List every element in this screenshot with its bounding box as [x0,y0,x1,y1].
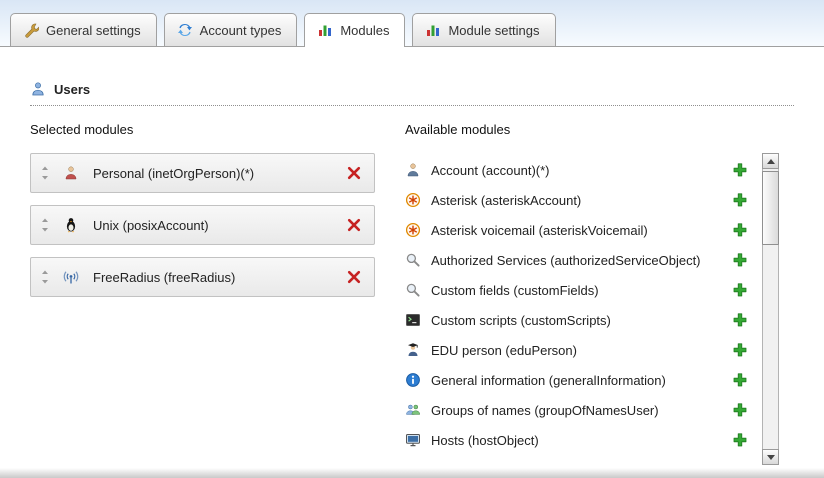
available-module-row: Asterisk voicemail (asteriskVoicemail) [405,215,762,245]
chart-icon [317,22,333,38]
info-icon [405,372,421,388]
arrow-up-icon [767,159,775,164]
add-icon[interactable] [732,432,748,448]
add-icon[interactable] [732,402,748,418]
tab-account-types[interactable]: Account types [164,13,298,46]
config-page: General settings Account types Modules M… [0,0,824,478]
available-module-label: Authorized Services (authorizedServiceOb… [431,253,732,268]
person-icon [405,162,421,178]
users-section-heading: Users [30,81,794,106]
selected-module-label: Unix (posixAccount) [93,218,346,233]
selected-modules-list: Personal (inetOrgPerson)(*) Unix (posixA… [30,153,405,297]
wrench-icon [23,22,39,38]
available-modules-scrollbar[interactable] [762,153,779,465]
available-modules-title: Available modules [405,122,794,137]
scroll-up-button[interactable] [762,153,779,169]
add-icon[interactable] [732,222,748,238]
available-module-label: General information (generalInformation) [431,373,732,388]
tab-bar: General settings Account types Modules M… [0,0,824,47]
scroll-down-button[interactable] [762,449,779,465]
tab-general-settings[interactable]: General settings [10,13,157,46]
available-module-label: Groups of names (groupOfNamesUser) [431,403,732,418]
search-icon [405,252,421,268]
available-module-label: EDU person (eduPerson) [431,343,732,358]
available-module-row: Authorized Services (authorizedServiceOb… [405,245,762,275]
add-icon[interactable] [732,372,748,388]
group-icon [405,402,421,418]
available-module-label: Asterisk (asteriskAccount) [431,193,732,208]
add-icon[interactable] [732,192,748,208]
selected-module-row[interactable]: FreeRadius (freeRadius) [30,257,375,297]
add-icon[interactable] [732,282,748,298]
available-module-row: Custom fields (customFields) [405,275,762,305]
selected-module-row[interactable]: Unix (posixAccount) [30,205,375,245]
delete-icon[interactable] [346,269,362,285]
penguin-icon [63,217,79,233]
available-module-label: Custom fields (customFields) [431,283,732,298]
available-module-row: Groups of names (groupOfNamesUser) [405,395,762,425]
terminal-icon [405,312,421,328]
delete-icon[interactable] [346,217,362,233]
selected-module-label: Personal (inetOrgPerson)(*) [93,166,346,181]
available-module-row: Account (account)(*) [405,155,762,185]
page-bottom-shadow [0,468,824,478]
asterisk-icon [405,192,421,208]
arrow-down-icon [767,455,775,460]
tab-module-settings[interactable]: Module settings [412,13,555,46]
available-module-row: General information (generalInformation) [405,365,762,395]
add-icon[interactable] [732,342,748,358]
selected-modules-title: Selected modules [30,122,405,137]
sync-icon [177,22,193,38]
tab-label: Modules [340,23,389,38]
available-module-row: Custom scripts (customScripts) [405,305,762,335]
graduate-icon [405,342,421,358]
tab-label: Account types [200,23,282,38]
sort-handle-icon[interactable] [39,218,51,232]
user-blue-icon [30,81,46,97]
antenna-icon [63,269,79,285]
sort-handle-icon[interactable] [39,270,51,284]
selected-modules-column: Selected modules Personal (inetOrgPerson… [30,122,405,465]
available-modules-wrap: Account (account)(*) Asterisk (asteriskA… [405,153,794,465]
sort-handle-icon[interactable] [39,166,51,180]
selected-module-row[interactable]: Personal (inetOrgPerson)(*) [30,153,375,193]
add-icon[interactable] [732,162,748,178]
add-icon[interactable] [732,252,748,268]
scroll-thumb[interactable] [762,171,779,245]
tab-modules[interactable]: Modules [304,13,405,46]
available-module-row: Hosts (hostObject) [405,425,762,455]
section-title: Users [54,82,90,97]
module-columns: Selected modules Personal (inetOrgPerson… [30,122,794,465]
available-module-row: Asterisk (asteriskAccount) [405,185,762,215]
available-module-label: Account (account)(*) [431,163,732,178]
tab-label: General settings [46,23,141,38]
chart-icon [425,22,441,38]
available-modules-column: Available modules Account (account)(*) [405,122,794,465]
available-module-row: EDU person (eduPerson) [405,335,762,365]
person-red-icon [63,165,79,181]
search-icon [405,282,421,298]
available-modules-list: Account (account)(*) Asterisk (asteriskA… [405,155,762,455]
add-icon[interactable] [732,312,748,328]
tab-label: Module settings [448,23,539,38]
available-module-label: Hosts (hostObject) [431,433,732,448]
selected-module-label: FreeRadius (freeRadius) [93,270,346,285]
delete-icon[interactable] [346,165,362,181]
computer-icon [405,432,421,448]
available-module-label: Custom scripts (customScripts) [431,313,732,328]
available-module-label: Asterisk voicemail (asteriskVoicemail) [431,223,732,238]
asterisk-icon [405,222,421,238]
tab-content: Users Selected modules Personal (inetOrg… [0,47,824,465]
